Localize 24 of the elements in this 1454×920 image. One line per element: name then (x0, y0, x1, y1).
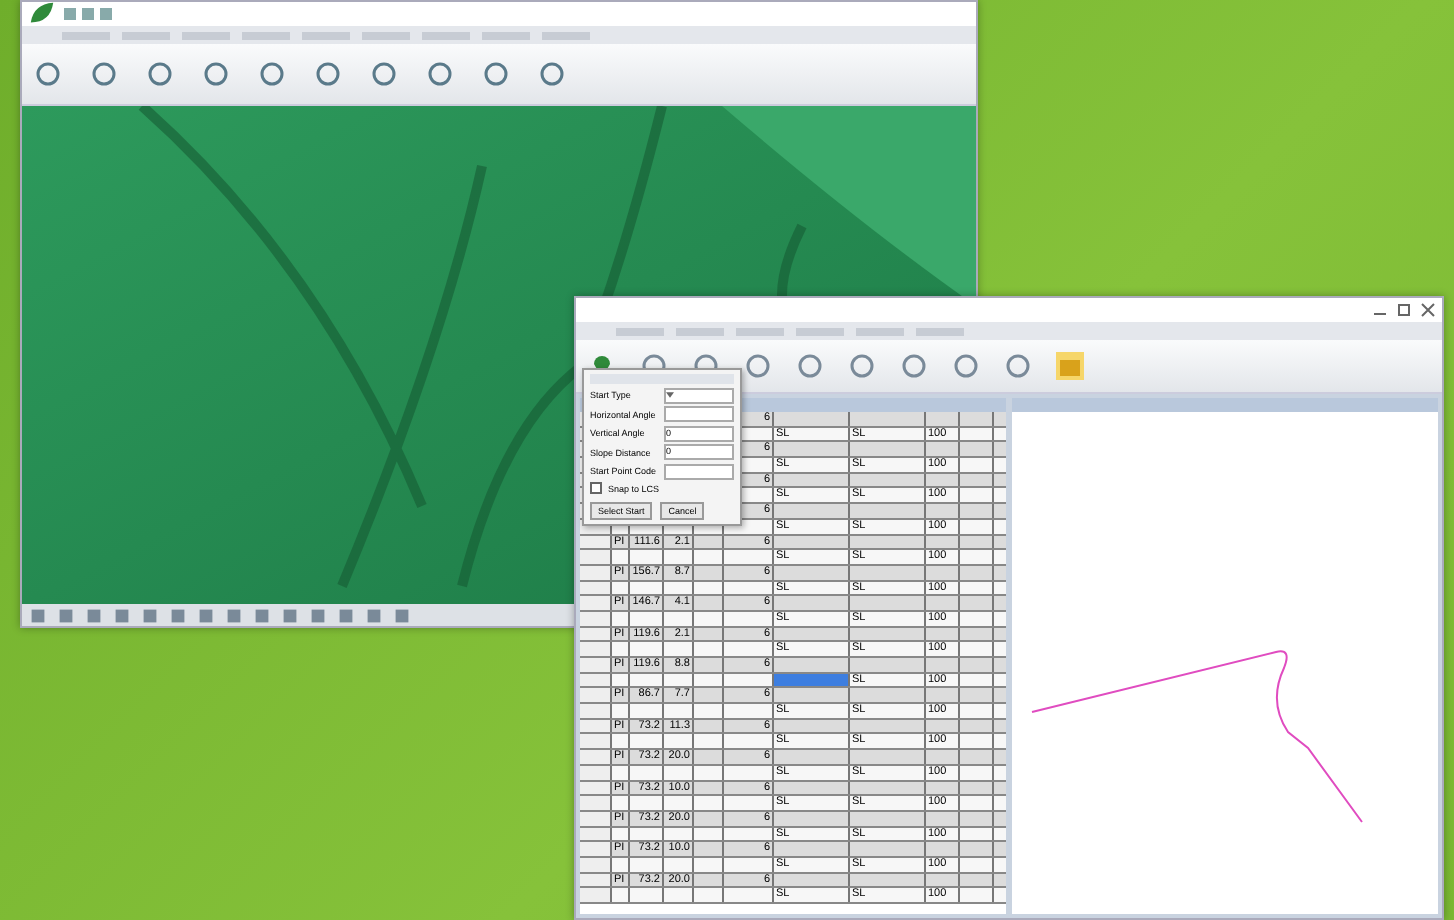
ribbon-icon[interactable] (202, 60, 230, 88)
ribbon-icon[interactable] (258, 60, 286, 88)
ribbon-icon[interactable] (482, 60, 510, 88)
ribbon-icon[interactable] (744, 352, 772, 380)
ribbon-icon[interactable] (314, 60, 342, 88)
ribbon-icon[interactable] (538, 60, 566, 88)
ribbon-icon[interactable] (900, 352, 928, 380)
ribbon-icon[interactable] (1004, 352, 1032, 380)
ribbon-icon[interactable] (34, 60, 62, 88)
input-field[interactable] (664, 406, 734, 422)
close-icon[interactable] (1420, 302, 1436, 318)
ribbon-icon[interactable] (370, 60, 398, 88)
ribbon-icon[interactable] (146, 60, 174, 88)
select-field[interactable] (664, 387, 734, 403)
ribbon-icon[interactable] (952, 352, 980, 380)
ribbon-icon[interactable] (426, 60, 454, 88)
leaf-logo-icon (28, 0, 56, 28)
input-field[interactable] (664, 463, 734, 479)
maximize-icon[interactable] (1396, 302, 1412, 318)
ribbon-icon[interactable] (848, 352, 876, 380)
ribbon-icon[interactable] (796, 352, 824, 380)
checkbox[interactable] (590, 482, 602, 494)
ribbon-icon[interactable] (90, 60, 118, 88)
folder-icon[interactable] (1056, 352, 1084, 380)
